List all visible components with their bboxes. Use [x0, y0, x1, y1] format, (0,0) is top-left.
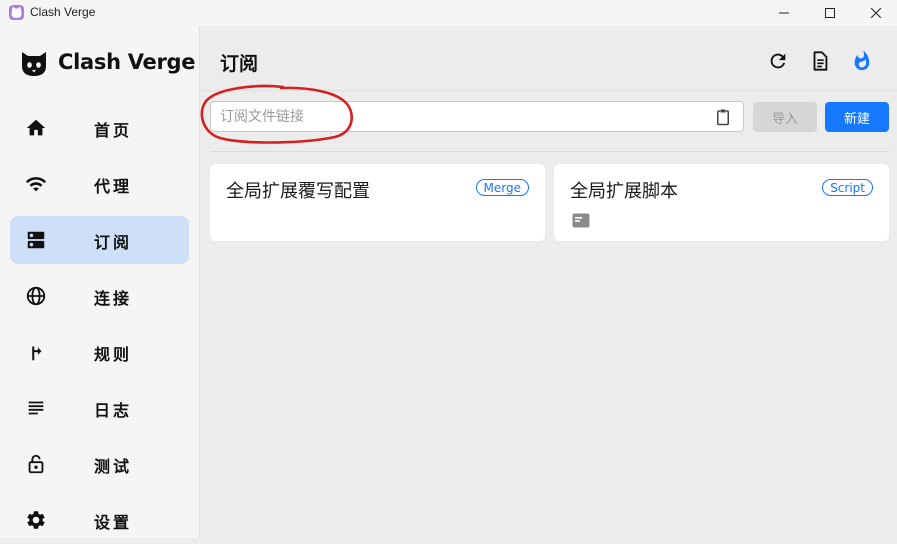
dns-icon: [25, 229, 47, 251]
list-lines-icon: [25, 397, 47, 419]
window-titlebar: Clash Verge: [0, 0, 897, 26]
gear-icon: [25, 509, 47, 531]
wifi-icon: [25, 173, 47, 195]
sidebar-item-settings[interactable]: 设置: [10, 496, 189, 544]
minimize-button[interactable]: [761, 0, 807, 26]
home-icon: [25, 117, 47, 139]
subscription-url-field[interactable]: [210, 101, 744, 132]
close-icon: [871, 8, 881, 18]
app-cat-icon: [9, 5, 24, 20]
minimize-icon: [779, 8, 789, 18]
globe-icon: [25, 285, 47, 307]
sidebar-item-label: 代理: [94, 177, 133, 196]
maximize-icon: [825, 8, 835, 18]
type-badge: Script: [822, 179, 873, 196]
clipboard-paste-icon[interactable]: [714, 108, 732, 126]
cat-logo-icon: [18, 46, 50, 78]
doc-icon: [572, 213, 590, 228]
import-button[interactable]: 导入: [753, 102, 817, 132]
close-button[interactable]: [853, 0, 897, 26]
new-button[interactable]: 新建: [825, 102, 889, 132]
logo-text: Clash Verge: [58, 50, 196, 74]
sidebar-item-label: 首页: [94, 121, 133, 140]
sidebar-item-label: 设置: [94, 513, 133, 532]
window-title: Clash Verge: [30, 5, 96, 19]
maximize-button[interactable]: [807, 0, 853, 26]
document-icon[interactable]: [809, 50, 831, 72]
profile-card-merge[interactable]: 全局扩展覆写配置 Merge: [210, 164, 545, 241]
fire-icon[interactable]: [851, 50, 873, 72]
sidebar-item-label: 测试: [94, 457, 133, 476]
type-badge: Merge: [475, 179, 529, 196]
content-divider: [210, 151, 889, 152]
sidebar-item-rules[interactable]: 规则: [10, 328, 189, 376]
profile-card-script[interactable]: 全局扩展脚本 Script: [554, 164, 889, 241]
sidebar-item-label: 订阅: [94, 233, 133, 252]
card-title: 全局扩展脚本: [570, 181, 678, 202]
fork-arrow-icon: [25, 341, 47, 363]
sidebar-item-proxy[interactable]: 代理: [10, 160, 189, 208]
subscription-url-input[interactable]: [220, 106, 700, 128]
lock-open-icon: [25, 453, 47, 475]
sidebar-item-label: 日志: [94, 401, 133, 420]
sidebar: Clash Verge 首页 代理 订阅 连接 规则 日志 测试 设置: [0, 26, 200, 538]
header-divider: [200, 90, 897, 91]
sidebar-item-label: 连接: [94, 289, 133, 308]
sidebar-item-connections[interactable]: 连接: [10, 272, 189, 320]
sidebar-item-logs[interactable]: 日志: [10, 384, 189, 432]
sidebar-item-subscription[interactable]: 订阅: [10, 216, 189, 264]
card-title: 全局扩展覆写配置: [226, 181, 370, 202]
app-logo: Clash Verge: [18, 46, 196, 78]
sidebar-item-label: 规则: [94, 345, 133, 364]
refresh-icon[interactable]: [767, 50, 789, 72]
page-title: 订阅: [220, 53, 259, 75]
sidebar-item-home[interactable]: 首页: [10, 104, 189, 152]
sidebar-item-test[interactable]: 测试: [10, 440, 189, 488]
